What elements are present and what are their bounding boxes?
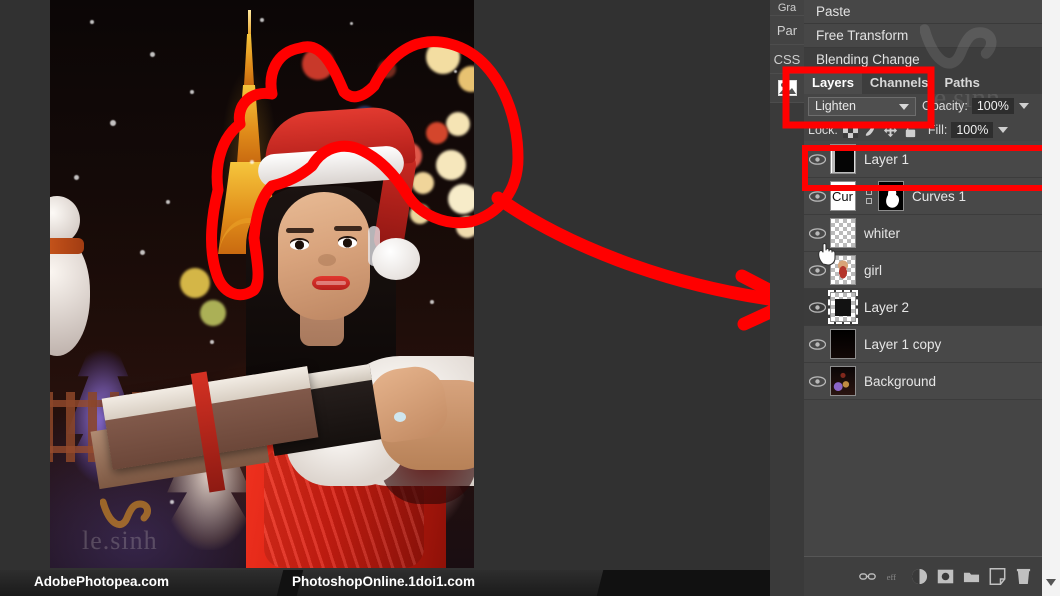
image-icon [777,80,797,96]
blend-mode-value: Lighten [815,99,857,113]
delete-layer-icon[interactable] [1015,568,1032,585]
layers-footer-toolbar[interactable]: eff [804,556,1042,596]
tool-item-gra[interactable]: Gra [770,0,804,16]
tab-layers[interactable]: Layers [804,73,862,94]
opacity-value[interactable]: 100% [971,98,1014,114]
eye-icon[interactable] [804,227,830,239]
blend-mode-select[interactable]: Lighten [808,96,916,116]
context-menu[interactable]: Paste Free Transform Blending Change [804,0,1042,72]
layer-name[interactable]: Background [864,374,936,389]
arrow-to-layer-2 [491,191,770,306]
hand-cursor-icon [818,242,836,266]
layer-row-girl[interactable]: girl [804,242,1042,289]
curves-adjustment-thumbnail[interactable]: Cur [830,181,856,211]
eye-icon[interactable] [804,153,830,165]
layer-name[interactable]: Layer 1 [864,152,909,167]
browser-scroll-strip[interactable] [1042,0,1060,596]
svg-text:Cur: Cur [832,189,854,204]
fill-chevron-down-icon[interactable] [998,127,1009,133]
link-layers-icon[interactable] [859,568,876,585]
menu-item-blending-change[interactable]: Blending Change [804,48,1042,72]
new-layer-icon[interactable] [989,568,1006,585]
panel-tabs[interactable]: Layers Channels Paths [804,70,1042,94]
chevron-down-icon[interactable] [1046,579,1056,586]
transparency-lock-icon[interactable] [842,122,858,138]
layer-name[interactable]: girl [864,263,882,278]
layer-name[interactable]: Layer 2 [864,300,909,315]
layer-mask-thumbnail[interactable] [878,181,904,211]
eye-icon[interactable] [804,375,830,387]
eye-icon[interactable] [804,264,830,276]
right-panel[interactable]: Gra Par CSS Paste Free Transform Blendin… [770,0,1042,596]
layer-row-curves-1[interactable]: Cur Curves 1 [804,178,1042,215]
move-lock-icon[interactable] [883,123,898,138]
all-lock-icon[interactable] [903,123,918,138]
tab-channels[interactable]: Channels [862,73,937,94]
layer-row-layer-1-copy[interactable]: Layer 1 copy [804,326,1042,363]
layer-row-background[interactable]: Background [804,363,1042,400]
tool-column[interactable]: Gra Par CSS [770,0,804,596]
bottom-label-left: AdobePhotopea.com [34,574,170,589]
tool-item-image[interactable] [770,74,804,103]
tool-item-css[interactable]: CSS [770,45,804,74]
photopea-window: le.sinh Gra Par CSS Paste Free Transform… [0,0,1060,596]
arrow-head [735,269,770,331]
fill-label: Fill: [927,123,948,137]
layer-row-layer-2[interactable]: Layer 2 [804,289,1042,326]
layer-thumbnail[interactable] [828,290,858,324]
canvas-area[interactable]: le.sinh [0,0,770,596]
layer-mask-icon[interactable] [937,568,954,585]
menu-item-free-transform[interactable]: Free Transform [804,24,1042,48]
layer-row-layer-1[interactable]: Layer 1 [804,141,1042,178]
blend-opacity-row[interactable]: Lighten Opacity: 100% [804,94,1042,118]
brush-lock-icon[interactable] [863,123,878,138]
new-group-icon[interactable] [963,568,980,585]
link-mask-icon[interactable] [864,188,874,204]
adjustment-layer-icon[interactable] [911,568,928,585]
document-canvas[interactable]: le.sinh [50,0,474,568]
layer-name[interactable]: Curves 1 [912,189,966,204]
lock-label: Lock: [808,123,838,137]
lock-fill-row[interactable]: Lock: Fill: 100% [804,119,1042,141]
curves-icon: Cur [832,189,854,204]
layer-row-whiter[interactable]: whiter [804,215,1042,252]
layer-effects-icon[interactable]: eff [885,568,902,585]
eye-icon[interactable] [804,301,830,313]
fill-value[interactable]: 100% [951,122,994,138]
layer-thumbnail[interactable] [830,144,856,174]
opacity-chevron-down-icon[interactable] [1018,103,1029,109]
layer-thumbnail[interactable] [830,366,856,396]
eye-icon[interactable] [804,190,830,202]
snowman-scarf [50,238,84,254]
opacity-label: Opacity: [922,99,968,113]
svg-text:eff: eff [887,572,896,582]
bottom-label-right: PhotoshopOnline.1doi1.com [292,574,476,589]
menu-item-paste[interactable]: Paste [804,0,1042,24]
eye-icon[interactable] [804,338,830,350]
layer-thumbnail[interactable] [830,329,856,359]
tool-item-par[interactable]: Par [770,16,804,45]
layers-list[interactable]: Layer 1 Cur Curves 1 whiter girl Layer 2… [804,141,1042,556]
tab-paths[interactable]: Paths [936,73,987,94]
layer-name[interactable]: Layer 1 copy [864,337,941,352]
bottom-status-bar: AdobePhotopea.com PhotoshopOnline.1doi1.… [0,570,770,596]
layer-name[interactable]: whiter [864,226,900,241]
chevron-down-icon [899,103,909,110]
